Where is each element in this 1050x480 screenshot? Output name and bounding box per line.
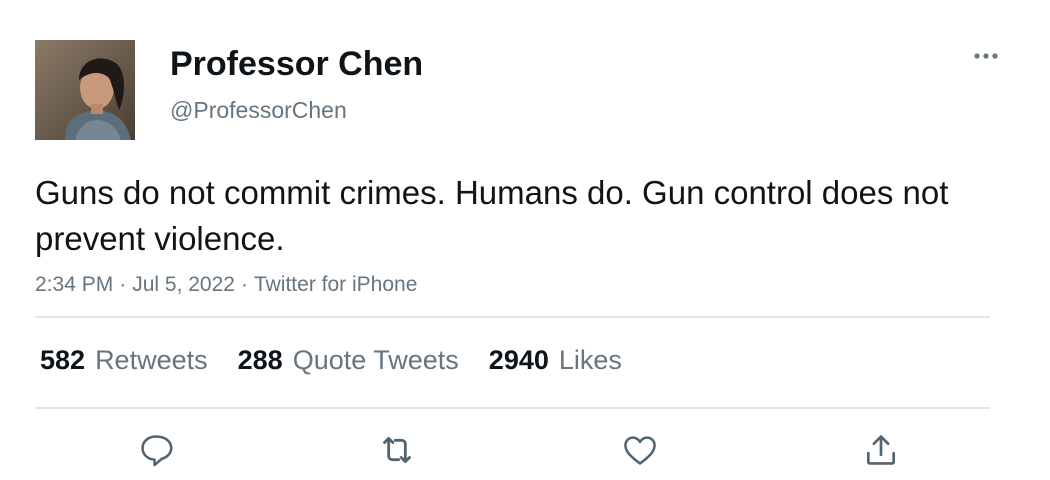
- retweets-stat[interactable]: 582 Retweets: [40, 345, 208, 376]
- share-icon: [866, 435, 896, 465]
- meta-separator: ·: [119, 273, 127, 296]
- display-name[interactable]: Professor Chen: [170, 44, 423, 84]
- tweet-date[interactable]: Jul 5, 2022: [132, 273, 235, 296]
- reply-button[interactable]: [134, 428, 178, 472]
- retweets-count: 582: [40, 344, 86, 375]
- likes-count: 2940: [488, 344, 549, 375]
- quote-tweets-count: 288: [237, 344, 283, 375]
- divider: [35, 407, 990, 409]
- action-bar: [35, 422, 990, 478]
- tweet-meta: 2:34 PM · Jul 5, 2022 · Twitter for iPhone: [35, 271, 417, 299]
- retweet-button[interactable]: [375, 428, 419, 472]
- retweets-label: Retweets: [95, 344, 208, 375]
- user-handle[interactable]: @ProfessorChen: [170, 96, 347, 124]
- tweet-stats: 582 Retweets 288 Quote Tweets 2940 Likes: [40, 340, 652, 380]
- share-button[interactable]: [859, 428, 903, 472]
- more-icon: [974, 53, 998, 59]
- retweet-icon: [383, 436, 411, 464]
- likes-label: Likes: [558, 344, 622, 375]
- profile-photo-icon: [35, 40, 135, 140]
- divider: [35, 316, 990, 318]
- tweet-source[interactable]: Twitter for iPhone: [254, 273, 417, 296]
- avatar[interactable]: [35, 40, 135, 140]
- reply-icon: [141, 435, 173, 467]
- quote-tweets-stat[interactable]: 288 Quote Tweets: [238, 345, 459, 376]
- like-button[interactable]: [618, 428, 662, 472]
- tweet-time[interactable]: 2:34 PM: [35, 273, 113, 296]
- more-button[interactable]: [968, 40, 1008, 72]
- heart-icon: [624, 436, 656, 465]
- meta-separator: ·: [240, 273, 248, 296]
- quote-tweets-label: Quote Tweets: [292, 344, 459, 375]
- tweet-card: Professor Chen @ProfessorChen Guns do no…: [0, 0, 1050, 480]
- tweet-text: Guns do not commit crimes. Humans do. Gu…: [35, 174, 949, 257]
- likes-stat[interactable]: 2940 Likes: [489, 345, 622, 376]
